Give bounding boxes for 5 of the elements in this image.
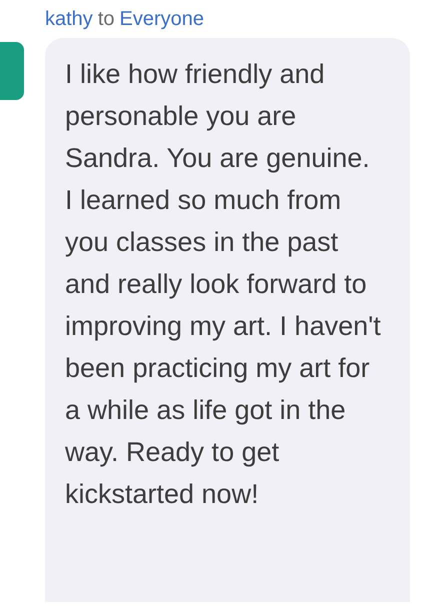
recipient-name: Everyone bbox=[120, 7, 204, 32]
recipient-label: to bbox=[98, 7, 114, 32]
sender-name: kathy bbox=[45, 7, 93, 32]
message-text: I like how friendly and personable you are Sandra. You are genuine. I learned so much from you classes in the past and really look forward to improving my art. I haven't been practicing my art for a while as life got in the way. Ready to get kickstarted now! bbox=[65, 58, 382, 511]
avatar-icon bbox=[0, 42, 24, 100]
